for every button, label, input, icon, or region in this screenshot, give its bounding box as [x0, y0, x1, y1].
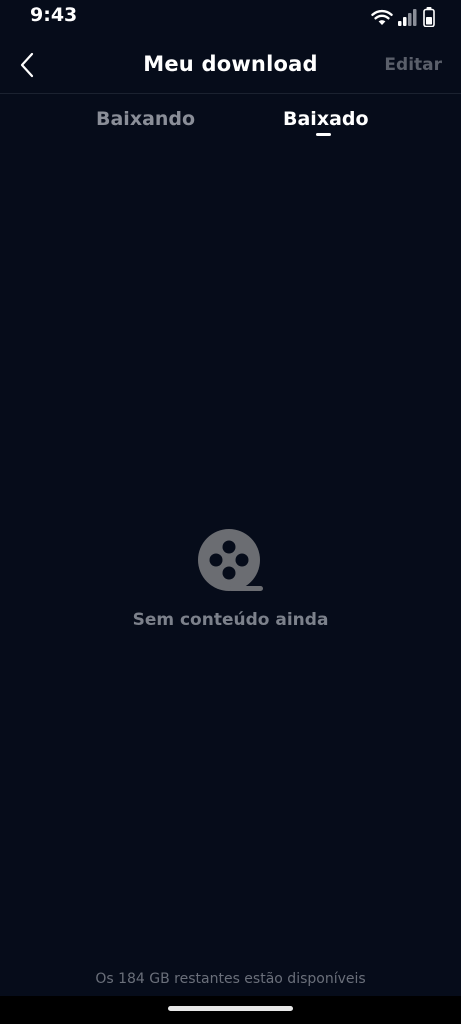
tab-downloading[interactable]: Baixando	[96, 108, 195, 130]
home-indicator[interactable]	[168, 1006, 293, 1011]
active-tab-indicator	[316, 133, 331, 136]
status-bar: 9:43	[0, 0, 461, 36]
edit-button[interactable]: Editar	[384, 55, 442, 75]
status-icons	[371, 7, 435, 27]
header: Meu download Editar	[0, 36, 461, 94]
download-screen: 9:43 Meu download Editar Baixando Baixad…	[0, 0, 461, 1024]
status-time: 9:43	[30, 4, 78, 26]
signal-icon	[398, 9, 417, 26]
storage-info-text: Os 184 GB restantes estão disponíveis	[95, 971, 366, 987]
battery-icon	[423, 7, 435, 27]
film-reel-icon	[198, 529, 263, 591]
wifi-icon	[371, 9, 393, 25]
empty-state-text: Sem conteúdo ainda	[132, 610, 329, 630]
tab-downloaded[interactable]: Baixado	[283, 108, 369, 130]
system-nav-bar	[0, 996, 461, 1024]
download-tabs: Baixando Baixado	[0, 94, 461, 144]
